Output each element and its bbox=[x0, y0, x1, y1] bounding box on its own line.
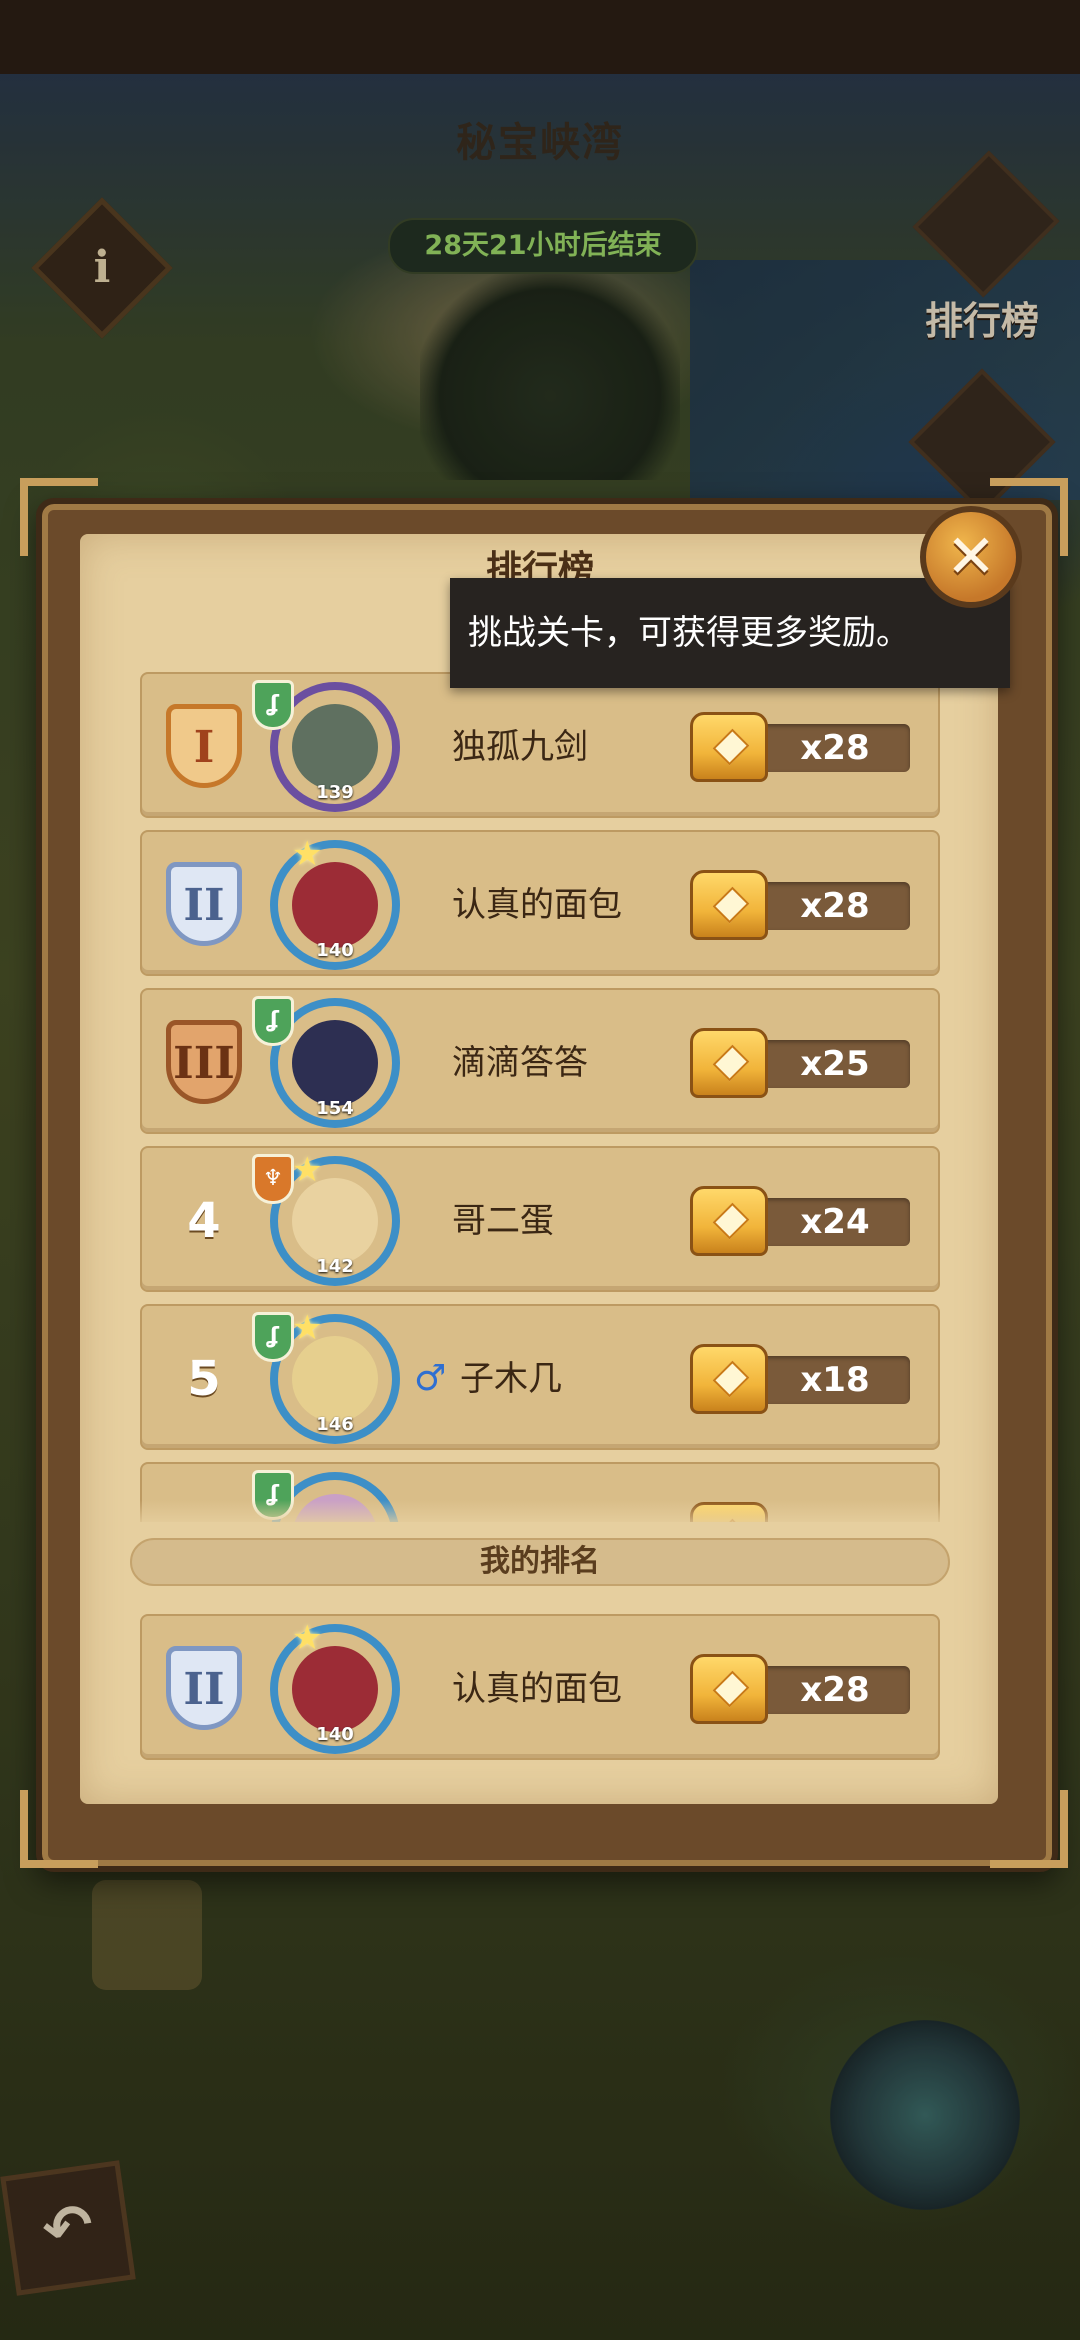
star-icon: ★ bbox=[292, 834, 323, 874]
chest-icon bbox=[690, 1028, 768, 1098]
faction-icon: ʆ bbox=[252, 1312, 294, 1362]
reward: x28 bbox=[690, 712, 920, 782]
player-name: 滴滴答答 bbox=[452, 1043, 588, 1083]
player-name: 认真的面包 bbox=[452, 885, 622, 925]
faction-icon: ♆ bbox=[252, 1154, 294, 1204]
chest-icon bbox=[690, 712, 768, 782]
star-icon: ★ bbox=[292, 1150, 323, 1190]
reward-count: x18 bbox=[800, 1360, 870, 1400]
reward-count: x28 bbox=[800, 1670, 870, 1710]
frame-corner bbox=[990, 1790, 1068, 1868]
hero-level: 142 bbox=[316, 1256, 354, 1277]
player-name: 认真的面包 bbox=[452, 1669, 622, 1709]
reward: x28 bbox=[690, 870, 920, 940]
hero-level: 139 bbox=[316, 782, 354, 803]
star-icon: ★ bbox=[292, 1618, 323, 1658]
faction-icon: ʆ bbox=[252, 996, 294, 1046]
hero-level: 146 bbox=[316, 1414, 354, 1435]
rank-2-badge: II bbox=[156, 858, 252, 954]
chest-icon bbox=[690, 1654, 768, 1724]
reward: x28 bbox=[690, 1654, 920, 1724]
my-rank-label: 我的排名 bbox=[480, 1544, 600, 1579]
rank-1-badge: I bbox=[156, 700, 252, 796]
faction-icon: ʆ bbox=[252, 680, 294, 730]
player-name: 哥二蛋 bbox=[452, 1201, 554, 1241]
reward-count: x24 bbox=[800, 1202, 870, 1242]
rank-number: 5 bbox=[187, 1351, 221, 1407]
close-icon: ✕ bbox=[945, 522, 997, 592]
player-name: 独孤九剑 bbox=[452, 727, 588, 767]
reward: x25 bbox=[690, 1028, 920, 1098]
reward-count: x28 bbox=[800, 728, 870, 768]
reward: x18 bbox=[690, 1344, 920, 1414]
rank-number: 4 bbox=[187, 1193, 221, 1249]
reward-count: x28 bbox=[800, 886, 870, 926]
reward: x24 bbox=[690, 1186, 920, 1256]
reward-count: x25 bbox=[800, 1044, 870, 1084]
ranking-row[interactable]: 5 146 ʆ ★ ♂ 子木几 x18 bbox=[140, 1304, 940, 1450]
ranking-row[interactable]: II 140 ★ 认真的面包 x28 bbox=[140, 830, 940, 976]
hero-level: 140 bbox=[316, 940, 354, 961]
hero-level: 154 bbox=[316, 1098, 354, 1119]
my-rank-header: 我的排名 bbox=[130, 1538, 950, 1586]
chest-icon bbox=[690, 1344, 768, 1414]
rank-3-badge: III bbox=[156, 1016, 252, 1112]
player-name: 子木几 bbox=[460, 1359, 562, 1399]
rank-2-badge: II bbox=[156, 1642, 252, 1738]
star-icon: ★ bbox=[292, 1308, 323, 1348]
chest-icon bbox=[690, 870, 768, 940]
hero-level: 140 bbox=[316, 1724, 354, 1745]
avatar[interactable]: 140 bbox=[270, 1624, 400, 1754]
ranking-row[interactable]: I 139 ʆ 独孤九剑 x28 bbox=[140, 672, 940, 818]
status-bar bbox=[0, 0, 1080, 74]
my-ranking-row[interactable]: II 140 ★ 认真的面包 x28 bbox=[140, 1614, 940, 1760]
ranking-list[interactable]: I 139 ʆ 独孤九剑 x28 II 140 ★ 认真的面包 x28 III … bbox=[140, 672, 940, 1522]
ranking-row[interactable]: 4 142 ♆ ★ 哥二蛋 x24 bbox=[140, 1146, 940, 1292]
male-icon: ♂ bbox=[414, 1358, 447, 1399]
close-button[interactable]: ✕ bbox=[920, 506, 1022, 608]
chest-icon bbox=[690, 1186, 768, 1256]
ranking-row[interactable]: III 154 ʆ 滴滴答答 x25 bbox=[140, 988, 940, 1134]
list-fade bbox=[130, 1500, 950, 1528]
avatar[interactable]: 140 bbox=[270, 840, 400, 970]
